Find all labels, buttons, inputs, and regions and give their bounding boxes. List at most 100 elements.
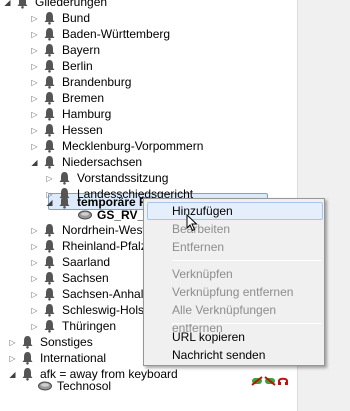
- menu-item-entfernen[interactable]: Entfernen: [147, 238, 323, 256]
- bell-icon: [42, 254, 57, 270]
- collapse-arrow-icon[interactable]: ▷: [30, 10, 39, 26]
- bell-icon: [42, 270, 57, 286]
- bell-icon: [42, 286, 57, 302]
- tree-item-international[interactable]: ▷ International: [8, 350, 106, 366]
- collapse-arrow-icon[interactable]: ▷: [30, 26, 39, 42]
- bell-icon: [42, 222, 57, 238]
- bell-icon: [57, 170, 72, 186]
- bell-icon: [42, 74, 57, 90]
- expand-arrow-icon[interactable]: ◢: [3, 0, 12, 10]
- bell-icon: [42, 154, 57, 170]
- menu-item-url-kopieren[interactable]: URL kopieren: [147, 328, 323, 346]
- tree-item-label: Sachsen-Anhalt: [62, 287, 147, 301]
- menu-item-bearbeiten[interactable]: Bearbeiten: [147, 220, 323, 238]
- tree-item-label: Hessen: [62, 123, 103, 137]
- bell-icon: [42, 318, 57, 334]
- tree-item-bayern[interactable]: ▷ Bayern: [30, 42, 100, 58]
- tree-item-sonstiges[interactable]: ▷ Sonstiges: [8, 334, 92, 350]
- tree-item-label: International: [40, 351, 107, 365]
- collapse-arrow-icon[interactable]: ▷: [8, 334, 17, 350]
- bell-icon: [20, 350, 35, 366]
- expand-arrow-icon[interactable]: ◢: [8, 366, 17, 382]
- collapse-arrow-icon[interactable]: ▷: [30, 138, 39, 154]
- bell-icon: [20, 334, 35, 350]
- menu-item-alle-verknuepfungen-entfernen[interactable]: Alle Verknüpfungen entfernen: [147, 301, 323, 335]
- tree-item-berlin[interactable]: ▷ Berlin: [30, 58, 92, 74]
- bell-icon: [57, 194, 72, 210]
- tree-item-label: Niedersachsen: [62, 155, 143, 169]
- context-menu: Hinzufügen Bearbeiten Entfernen Verknüpf…: [143, 198, 325, 366]
- menu-separator: [172, 260, 322, 261]
- collapse-arrow-icon[interactable]: ▷: [30, 302, 39, 318]
- collapse-arrow-icon[interactable]: ▷: [30, 58, 39, 74]
- tree-item-sachsen[interactable]: ▷ Sachsen: [30, 270, 109, 286]
- collapse-arrow-icon[interactable]: ▷: [30, 42, 39, 58]
- user-disc-icon: [37, 378, 52, 394]
- tree-item-label: Mecklenburg-Vorpommern: [62, 139, 204, 153]
- collapse-arrow-icon[interactable]: ▷: [30, 318, 39, 334]
- mouse-cursor-icon: [186, 214, 198, 232]
- tree-item-label: Sachsen: [62, 271, 109, 285]
- tree-item-label: Thüringen: [62, 319, 117, 333]
- tree-item-label: Bund: [62, 11, 91, 25]
- bell-icon: [20, 366, 35, 382]
- collapse-arrow-icon[interactable]: ▷: [30, 238, 39, 254]
- menu-item-nachricht-senden[interactable]: Nachricht senden: [147, 346, 323, 364]
- menu-item-verknuepfen[interactable]: Verknüpfen: [147, 265, 323, 283]
- bell-icon: [42, 122, 57, 138]
- tree-item-sachsen-anhalt[interactable]: ▷ Sachsen-Anhalt: [30, 286, 147, 302]
- menu-item-hinzufuegen[interactable]: Hinzufügen: [147, 202, 323, 220]
- tree-item-bremen[interactable]: ▷ Bremen: [30, 90, 104, 106]
- tree-item-label: Bremen: [62, 91, 105, 105]
- tree-item-nordrhein-westfalen[interactable]: ▷ Nordrhein-Westfal: [30, 222, 158, 238]
- tree-item-saarland[interactable]: ▷ Saarland: [30, 254, 110, 270]
- tree-item-rheinland-pfalz[interactable]: ▷ Rheinland-Pfalz: [30, 238, 147, 254]
- collapse-arrow-icon[interactable]: ▷: [30, 222, 39, 238]
- tree-item-label: Bayern: [62, 43, 101, 57]
- tree-item-brandenburg[interactable]: ▷ Brandenburg: [30, 74, 131, 90]
- tree-item-label: Hamburg: [62, 107, 112, 121]
- collapse-arrow-icon[interactable]: ▷: [30, 270, 39, 286]
- collapse-arrow-icon[interactable]: ▷: [30, 106, 39, 122]
- collapse-arrow-icon[interactable]: ▷: [30, 74, 39, 90]
- collapse-arrow-icon[interactable]: ▷: [30, 90, 39, 106]
- bell-icon: [42, 10, 57, 26]
- tree-item-niedersachsen[interactable]: ◢ Niedersachsen: [30, 154, 142, 170]
- bell-icon: [42, 238, 57, 254]
- expand-arrow-icon[interactable]: ◢: [30, 154, 39, 170]
- collapse-arrow-icon[interactable]: ▷: [8, 350, 17, 366]
- bell-icon: [42, 106, 57, 122]
- collapse-arrow-icon[interactable]: ▷: [30, 286, 39, 302]
- tree-item-label: Rheinland-Pfalz: [62, 239, 147, 253]
- tree-item-label: Saarland: [62, 255, 111, 269]
- tree-item-bund[interactable]: ▷ Bund: [30, 10, 90, 26]
- muted-headset-icon: [277, 376, 289, 386]
- bell-icon: [42, 26, 57, 42]
- tree-item-gliederungen[interactable]: ◢ Gliederungen: [3, 0, 107, 10]
- tree-item-vorstandssitzung[interactable]: ▷ Vorstandssitzung: [45, 170, 168, 186]
- tree-item-thueringen[interactable]: ▷ Thüringen: [30, 318, 116, 334]
- tree-item-label: Brandenburg: [62, 75, 132, 89]
- user-status-icons: [251, 376, 289, 386]
- tree-item-hessen[interactable]: ▷ Hessen: [30, 122, 103, 138]
- tree-item-label: Gliederungen: [35, 0, 108, 9]
- bell-icon: [15, 0, 30, 10]
- tree-item-label: Technosol: [57, 379, 112, 393]
- tree-item-label: Vorstandssitzung: [77, 171, 169, 185]
- menu-separator: [172, 323, 322, 324]
- expand-arrow-icon[interactable]: ◢: [45, 194, 54, 210]
- bell-icon: [42, 58, 57, 74]
- tree-item-mecklenburg-vorpommern[interactable]: ▷ Mecklenburg-Vorpommern: [30, 138, 203, 154]
- menu-item-verknuepfung-entfernen[interactable]: Verknüpfung entfernen: [147, 283, 323, 301]
- bell-icon: [42, 90, 57, 106]
- collapse-arrow-icon[interactable]: ▷: [30, 254, 39, 270]
- collapse-arrow-icon[interactable]: ▷: [45, 170, 54, 186]
- bell-icon: [42, 138, 57, 154]
- tree-item-technosol[interactable]: Technosol: [34, 378, 111, 394]
- tree-item-hamburg[interactable]: ▷ Hamburg: [30, 106, 111, 122]
- muted-speaker-icon: [264, 376, 276, 386]
- tree-item-baden-wuerttemberg[interactable]: ▷ Baden-Württemberg: [30, 26, 170, 42]
- collapse-arrow-icon[interactable]: ▷: [30, 122, 39, 138]
- bell-icon: [42, 302, 57, 318]
- muted-mic-icon: [251, 376, 263, 386]
